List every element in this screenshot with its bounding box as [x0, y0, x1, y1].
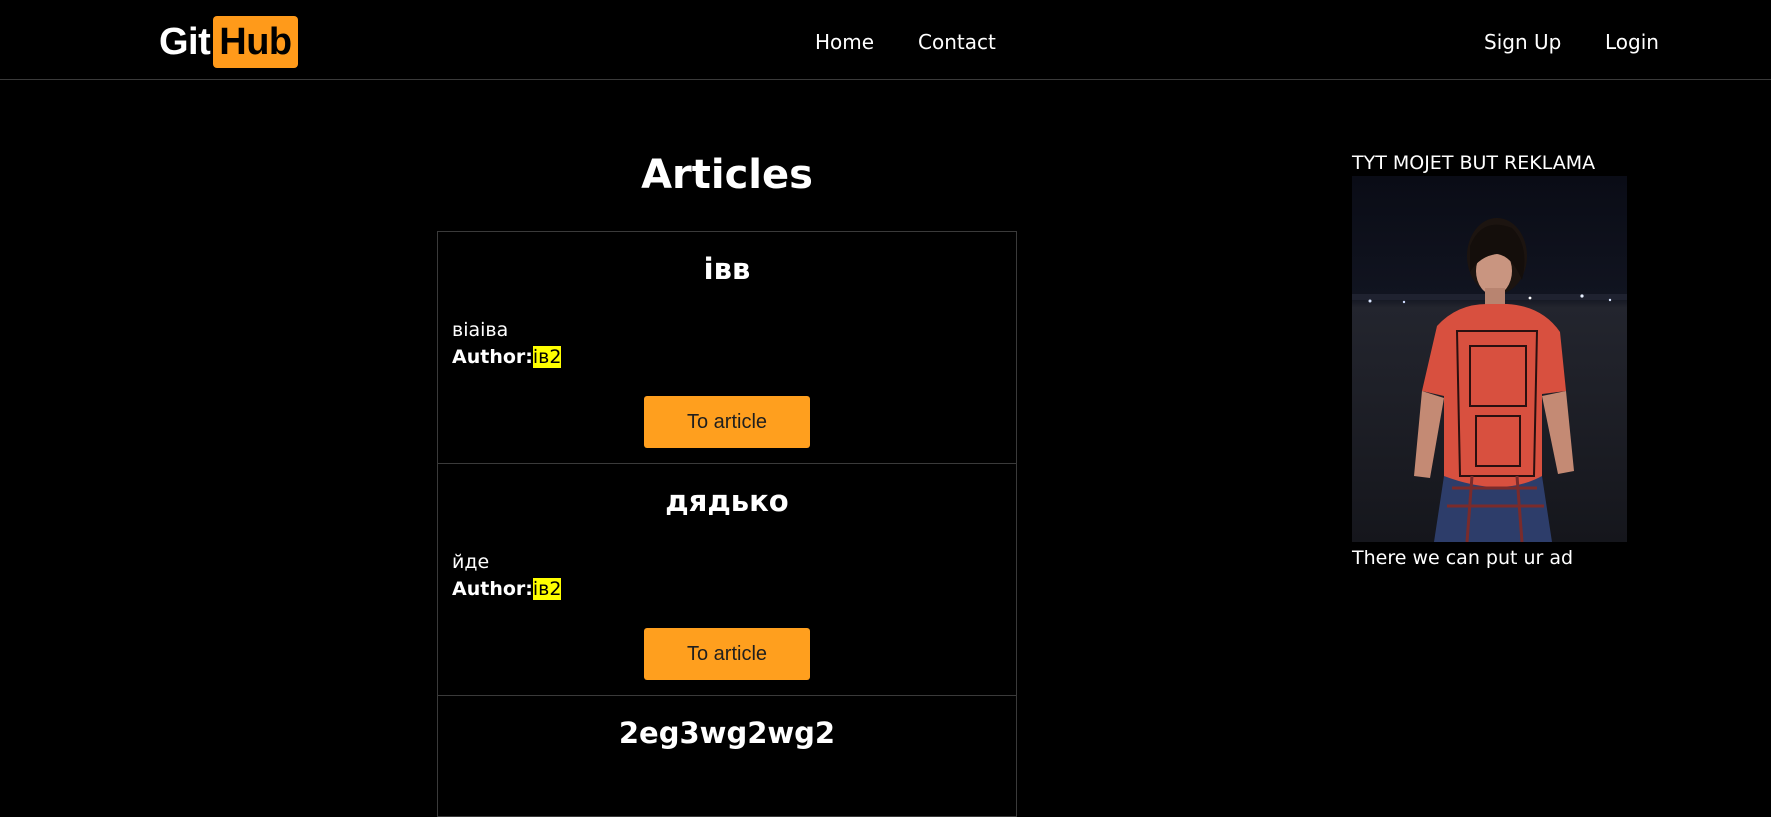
article-card: дядько йде Author:ів2 To article [438, 464, 1016, 696]
article-card: івв віаіва Author:ів2 To article [438, 232, 1016, 464]
article-title: 2eg3wg2wg2 [618, 716, 836, 750]
author-label: Author: [452, 578, 533, 600]
author-name: ів2 [532, 578, 562, 600]
to-article-button[interactable]: To article [644, 628, 810, 680]
author-name: ів2 [532, 346, 562, 368]
to-article-button[interactable]: To article [644, 396, 810, 448]
sidebar-ad: TYT MOJET BUT REKLAMA There we can put u… [1352, 150, 1627, 569]
article-author: Author:ів2 [452, 578, 562, 600]
nav-signup-link[interactable]: Sign Up [1484, 30, 1561, 54]
author-label: Author: [452, 346, 533, 368]
nav-home-link[interactable]: Home [815, 30, 874, 54]
article-body: віаіва [452, 319, 509, 341]
article-author: Author:ів2 [452, 346, 562, 368]
ad-title: TYT MOJET BUT REKLAMA [1352, 152, 1596, 174]
navbar: Git Hub Home Contact Sign Up Login [0, 0, 1771, 80]
nav-contact-link[interactable]: Contact [918, 30, 996, 54]
article-title: дядько [665, 484, 789, 518]
ad-caption: There we can put ur ad [1352, 547, 1574, 569]
logo[interactable]: Git Hub [159, 16, 298, 68]
logo-hub-badge: Hub [213, 16, 298, 68]
article-card: 2eg3wg2wg2 [438, 696, 1016, 816]
article-body: йде [452, 551, 490, 573]
logo-git-text: Git [159, 20, 211, 63]
ad-photo [1352, 176, 1627, 542]
page-title: Articles [641, 152, 813, 198]
article-list: івв віаіва Author:ів2 To article дядько … [437, 231, 1017, 817]
article-title: івв [703, 252, 751, 286]
nav-login-link[interactable]: Login [1605, 30, 1659, 54]
